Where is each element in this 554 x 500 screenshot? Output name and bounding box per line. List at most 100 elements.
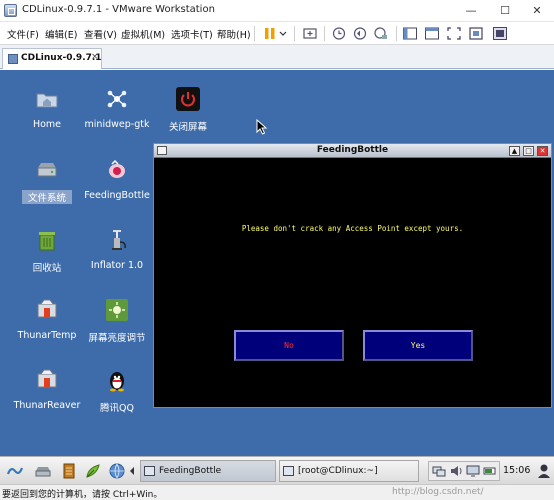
- display-icon[interactable]: [466, 464, 480, 478]
- vm-icon: [8, 54, 18, 64]
- drive-icon[interactable]: [34, 462, 52, 480]
- fit-guest-icon[interactable]: [492, 26, 508, 41]
- desktop-icon-label: 文件系统: [22, 190, 72, 204]
- menu-view[interactable]: 查看(V): [84, 27, 117, 41]
- desktop-icon-label: 腾讯QQ: [100, 403, 134, 414]
- menu-vm[interactable]: 虚拟机(M): [121, 27, 165, 41]
- taskbar-clock: 15:06: [503, 465, 531, 476]
- thunar-icon: [37, 369, 57, 388]
- task-label: [root@CDlinux:~]: [298, 466, 378, 476]
- status-hint: 要返回到您的计算机，请按 Ctrl+Win。: [2, 490, 163, 500]
- no-button[interactable]: No: [234, 330, 344, 361]
- home-folder-icon: [36, 93, 58, 108]
- power-icon: [176, 87, 200, 111]
- tab-label: CDLinux-0.9.7.1: [21, 53, 102, 63]
- maximize-button[interactable]: ☐: [488, 0, 522, 22]
- guest-desktop: Home minidwep-gtk 关闭屏幕 文件系统 FeedingBottl…: [0, 70, 554, 456]
- volume-icon[interactable]: [449, 464, 463, 478]
- desktop-icon-qq[interactable]: 腾讯QQ: [77, 368, 157, 428]
- desktop-icon-label: 关闭屏幕: [168, 122, 207, 133]
- window-title: CDLinux-0.9.7.1 - VMware Workstation: [22, 4, 215, 15]
- desktop-icon-inflator[interactable]: Inflator 1.0: [77, 228, 157, 288]
- minidwep-gtk-icon: [107, 90, 127, 108]
- brightness-icon: [106, 299, 128, 321]
- desktop-icon-label: 屏幕亮度调节: [88, 333, 146, 344]
- terminal-icon: [283, 466, 294, 476]
- send-keys-icon[interactable]: [302, 26, 318, 41]
- desktop-icon-label: ThunarReaver: [13, 400, 81, 411]
- menu-tabs[interactable]: 选项卡(T): [171, 27, 213, 41]
- menu-edit[interactable]: 编辑(E): [45, 27, 77, 41]
- feedingbottle-dialog: FeedingBottle ▲ □ ✕ Please don't crack a…: [153, 143, 552, 408]
- thunar-icon: [37, 299, 57, 318]
- revert-snapshot-icon[interactable]: [352, 26, 368, 41]
- dialog-shade-button[interactable]: ▲: [509, 146, 520, 156]
- desktop-icon-label: FeedingBottle: [84, 190, 150, 201]
- pump-icon: [112, 230, 126, 250]
- system-tray: [428, 461, 500, 481]
- library-icon[interactable]: [402, 26, 418, 41]
- network-icon[interactable]: [432, 464, 446, 478]
- qq-penguin-icon: [110, 372, 124, 392]
- chevron-left-icon[interactable]: [128, 462, 136, 480]
- dialog-title: FeedingBottle: [316, 145, 389, 155]
- snapshot-manager-icon[interactable]: [373, 26, 389, 41]
- desktop-icon-filesystem[interactable]: 文件系统: [7, 158, 87, 218]
- drive-icon: [37, 163, 57, 177]
- text-editor-icon[interactable]: [84, 462, 102, 480]
- dialog-title-bar[interactable]: FeedingBottle ▲ □ ✕: [154, 144, 551, 158]
- vm-tab-bar: CDLinux-0.9.7.1 ×: [0, 45, 554, 69]
- desktop-icon-feedingbottle[interactable]: FeedingBottle: [77, 158, 157, 218]
- menu-help[interactable]: 帮助(H): [217, 27, 251, 41]
- feeding-bottle-icon: [109, 159, 125, 178]
- desktop-icon-label: 回收站: [32, 263, 62, 274]
- menu-file[interactable]: 文件(F): [7, 27, 39, 41]
- desktop-icon-minidwep[interactable]: minidwep-gtk: [77, 87, 157, 147]
- desktop-icon-home[interactable]: Home: [7, 87, 87, 147]
- snapshot-icon[interactable]: [331, 26, 347, 41]
- pause-icon[interactable]: [262, 26, 278, 41]
- archive-icon[interactable]: [60, 462, 78, 480]
- battery-icon[interactable]: [483, 464, 497, 478]
- trash-icon: [39, 232, 55, 251]
- toolbar-separator: [254, 26, 255, 41]
- dialog-close-button[interactable]: ✕: [537, 146, 548, 156]
- minimize-button[interactable]: —: [454, 0, 488, 22]
- dialog-maximize-button[interactable]: □: [523, 146, 534, 156]
- toolbar-separator: [396, 26, 397, 41]
- menu-bar: 文件(F) 编辑(E) 查看(V) 虚拟机(M) 选项卡(T) 帮助(H): [0, 22, 554, 45]
- watermark-text: http://blog.csdn.net/: [392, 487, 484, 497]
- yes-button[interactable]: Yes: [363, 330, 473, 361]
- desktop-icon-label: Inflator 1.0: [90, 260, 144, 271]
- toolbar-separator: [324, 26, 325, 41]
- desktop-icon-label: minidwep-gtk: [84, 119, 150, 130]
- desktop-icon-label: Home: [32, 119, 62, 130]
- web-browser-icon[interactable]: [108, 462, 126, 480]
- tab-close-icon[interactable]: ×: [91, 52, 99, 62]
- desktop-icon-label: ThunarTemp: [17, 330, 77, 341]
- desktop-icon-screen-off[interactable]: 关闭屏幕: [148, 87, 228, 147]
- vmware-app-icon: [4, 4, 17, 17]
- desktop-icon-thunarreaver[interactable]: ThunarReaver: [7, 368, 87, 428]
- task-label: FeedingBottle: [159, 466, 222, 476]
- desktop-icon-trash[interactable]: 回收站: [7, 228, 87, 288]
- start-menu-icon[interactable]: [6, 462, 24, 480]
- mouse-pointer-icon: [256, 119, 268, 135]
- vmware-status-bar: 要返回到您的计算机，请按 Ctrl+Win。 http://blog.csdn.…: [0, 484, 554, 500]
- task-feedingbottle[interactable]: FeedingBottle: [140, 460, 276, 482]
- dialog-message: Please don't crack any Access Point exce…: [241, 224, 464, 233]
- tab-cdlinux[interactable]: CDLinux-0.9.7.1 ×: [2, 48, 102, 69]
- toolbar-separator: [294, 26, 295, 41]
- desktop-icon-thunartemp[interactable]: ThunarTemp: [7, 298, 87, 358]
- window-icon: [144, 466, 155, 476]
- guest-taskbar: FeedingBottle [root@CDlinux:~] 15:06: [0, 456, 554, 484]
- task-terminal[interactable]: [root@CDlinux:~]: [279, 460, 419, 482]
- close-window-button[interactable]: ✕: [520, 0, 554, 22]
- chevron-down-icon[interactable]: [278, 26, 288, 41]
- user-icon[interactable]: [536, 463, 552, 479]
- desktop-icon-brightness[interactable]: 屏幕亮度调节: [77, 298, 157, 358]
- full-screen-icon[interactable]: [446, 26, 462, 41]
- unity-mode-icon[interactable]: [468, 26, 484, 41]
- vmware-title-bar: CDLinux-0.9.7.1 - VMware Workstation — ☐…: [0, 0, 554, 22]
- console-view-icon[interactable]: [424, 26, 440, 41]
